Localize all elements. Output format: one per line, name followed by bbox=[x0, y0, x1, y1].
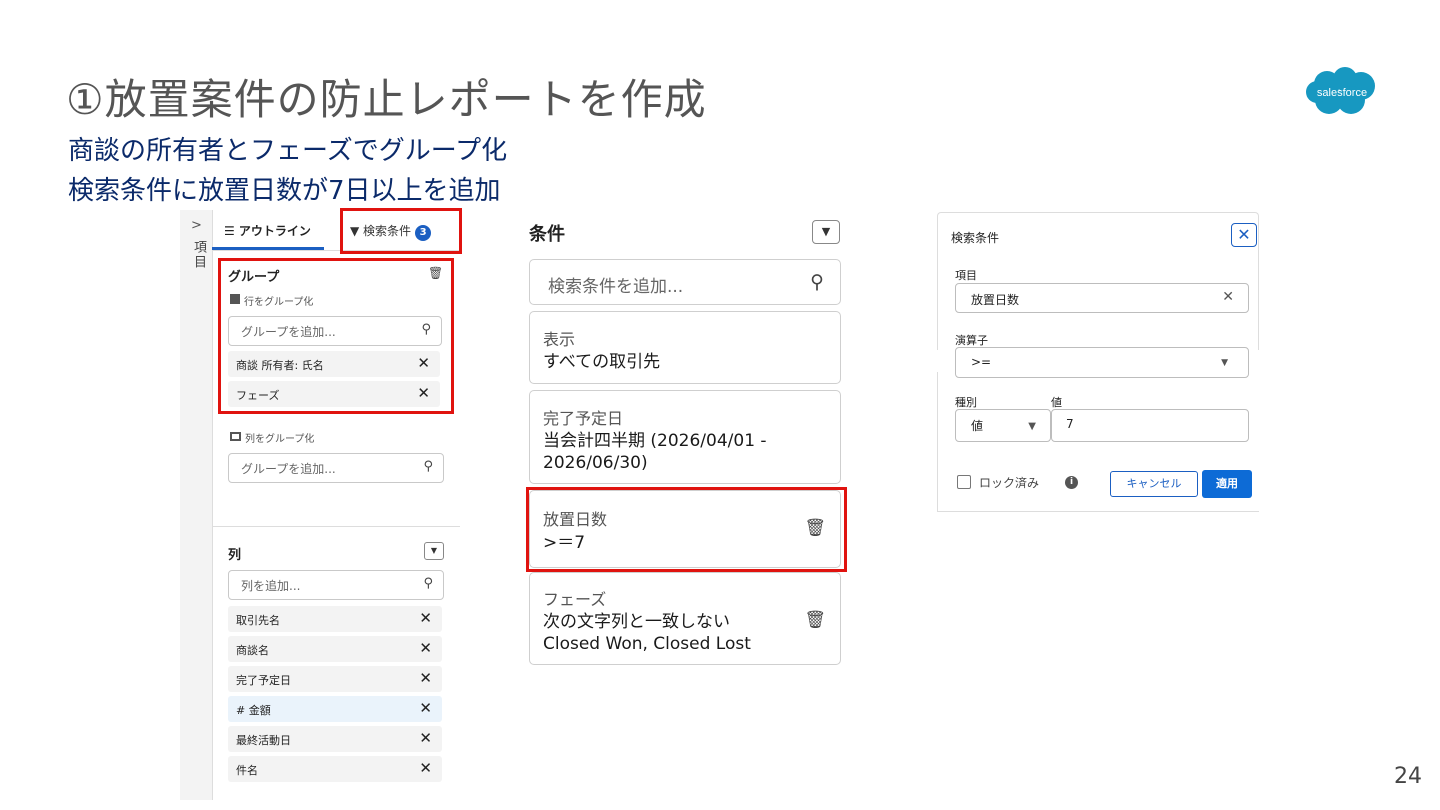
filter-card-value-line1: 次の文字列と一致しない bbox=[543, 612, 730, 632]
value-label: 値 bbox=[1051, 396, 1062, 409]
tab-outline[interactable]: ☰ アウトライン bbox=[224, 222, 311, 239]
highlight-idle-days-filter bbox=[526, 487, 847, 572]
filter-card-label: 表示 bbox=[543, 330, 576, 349]
columns-search-input[interactable]: 列を追加... ⚲ bbox=[228, 570, 444, 600]
column-item-label: 最終活動日 bbox=[236, 734, 291, 747]
type-value: 値 bbox=[971, 419, 984, 433]
filter-card-label: フェーズ bbox=[543, 590, 607, 609]
fields-rail[interactable]: > 項目 bbox=[180, 210, 213, 800]
filter-card-value-line1: 当会計四半期 (2026/04/01 - bbox=[543, 431, 767, 451]
remove-icon[interactable]: ✕ bbox=[419, 669, 432, 687]
filters-menu-dropdown[interactable]: ▼ bbox=[812, 220, 840, 244]
operator-label: 演算子 bbox=[955, 334, 988, 347]
close-icon[interactable]: ✕ bbox=[1231, 223, 1257, 247]
lock-label: ロック済み bbox=[979, 476, 1040, 490]
field-label: 項目 bbox=[955, 269, 977, 282]
remove-icon[interactable]: ✕ bbox=[419, 639, 432, 657]
highlight-group-section bbox=[218, 258, 454, 414]
column-group-search-input[interactable]: グループを追加... ⚲ bbox=[228, 453, 444, 483]
column-item-label: 件名 bbox=[236, 764, 258, 777]
column-item[interactable]: 商談名 ✕ bbox=[228, 636, 442, 662]
filter-card-label: 完了予定日 bbox=[543, 409, 624, 428]
field-value: 放置日数 bbox=[971, 293, 1020, 307]
remove-icon[interactable]: ✕ bbox=[419, 729, 432, 747]
column-group-placeholder: グループを追加... bbox=[241, 462, 336, 476]
column-item-label: 取引先名 bbox=[236, 614, 280, 627]
expand-chevron-icon[interactable]: > bbox=[191, 218, 202, 233]
columns-menu-dropdown[interactable]: ▼ bbox=[424, 542, 444, 560]
remove-icon[interactable]: ✕ bbox=[419, 609, 432, 627]
remove-icon[interactable]: ✕ bbox=[419, 699, 432, 717]
section-divider bbox=[212, 526, 460, 527]
chevron-down-icon: ▼ bbox=[1221, 358, 1228, 368]
filter-card-close-date[interactable]: 完了予定日 当会計四半期 (2026/04/01 - 2026/06/30) bbox=[529, 390, 841, 484]
field-select[interactable]: 放置日数 ✕ bbox=[955, 283, 1249, 313]
operator-value: >= bbox=[971, 355, 992, 369]
value-input-text: 7 bbox=[1066, 417, 1074, 431]
slide-subtitle-2: 検索条件に放置日数が7日以上を追加 bbox=[68, 176, 501, 206]
column-item-label: # 金額 bbox=[236, 704, 271, 717]
remove-icon[interactable]: ✕ bbox=[419, 759, 432, 777]
filter-card-value-line2: 2026/06/30) bbox=[543, 453, 648, 473]
cancel-button[interactable]: キャンセル bbox=[1110, 471, 1198, 497]
apply-button[interactable]: 適用 bbox=[1202, 470, 1252, 498]
columns-section-title: 列 bbox=[228, 548, 242, 563]
salesforce-logo: salesforce bbox=[1306, 67, 1375, 114]
column-item-label: 商談名 bbox=[236, 644, 269, 657]
type-select[interactable]: 値 ▼ bbox=[955, 409, 1051, 442]
search-icon: ⚲ bbox=[423, 576, 433, 591]
value-input[interactable]: 7 bbox=[1051, 409, 1249, 442]
filters-title: 条件 bbox=[529, 224, 565, 245]
search-icon: ⚲ bbox=[810, 271, 824, 293]
filter-card-show[interactable]: 表示 すべての取引先 bbox=[529, 311, 841, 384]
column-item-label: 完了予定日 bbox=[236, 674, 291, 687]
lock-checkbox[interactable] bbox=[957, 475, 971, 489]
column-item[interactable]: 取引先名 ✕ bbox=[228, 606, 442, 632]
column-item[interactable]: 件名 ✕ bbox=[228, 756, 442, 782]
search-icon: ⚲ bbox=[423, 459, 433, 474]
clear-icon[interactable]: ✕ bbox=[1222, 289, 1234, 305]
filter-search-placeholder: 検索条件を追加... bbox=[548, 277, 684, 297]
highlight-filters-tab bbox=[340, 208, 462, 254]
slide-subtitle-1: 商談の所有者とフェーズでグループ化 bbox=[68, 136, 508, 166]
column-group-label: 列をグループ化 bbox=[245, 434, 315, 445]
filter-editor-title: 検索条件 bbox=[951, 231, 1000, 245]
column-item[interactable]: 最終活動日 ✕ bbox=[228, 726, 442, 752]
filter-card-value: すべての取引先 bbox=[543, 352, 661, 372]
filter-editor-panel: 検索条件 ✕ 項目 放置日数 ✕ 演算子 >= ▼ 種別 値 値 ▼ 7 ロック… bbox=[937, 212, 1260, 512]
operator-select[interactable]: >= ▼ bbox=[955, 347, 1249, 378]
page-number: 24 bbox=[1394, 764, 1422, 789]
column-item[interactable]: # 金額 ✕ bbox=[228, 696, 442, 722]
filter-card-stage[interactable]: フェーズ 次の文字列と一致しない Closed Won, Closed Lost… bbox=[529, 572, 841, 665]
svg-text:salesforce: salesforce bbox=[1317, 87, 1367, 99]
filter-search-input[interactable]: 検索条件を追加... ⚲ bbox=[529, 259, 841, 305]
column-group-icon bbox=[230, 432, 241, 441]
columns-placeholder: 列を追加... bbox=[241, 579, 301, 593]
trash-icon[interactable]: 🗑 bbox=[804, 610, 826, 630]
column-item[interactable]: 完了予定日 ✕ bbox=[228, 666, 442, 692]
fields-rail-label: 項目 bbox=[191, 240, 206, 270]
slide-title: ①放置案件の防止レポートを作成 bbox=[66, 75, 707, 124]
type-label: 種別 bbox=[955, 396, 977, 409]
filter-card-value-line2: Closed Won, Closed Lost bbox=[543, 634, 751, 654]
active-tab-indicator bbox=[212, 247, 324, 250]
chevron-down-icon: ▼ bbox=[1028, 421, 1036, 432]
info-icon[interactable]: i bbox=[1065, 476, 1078, 489]
